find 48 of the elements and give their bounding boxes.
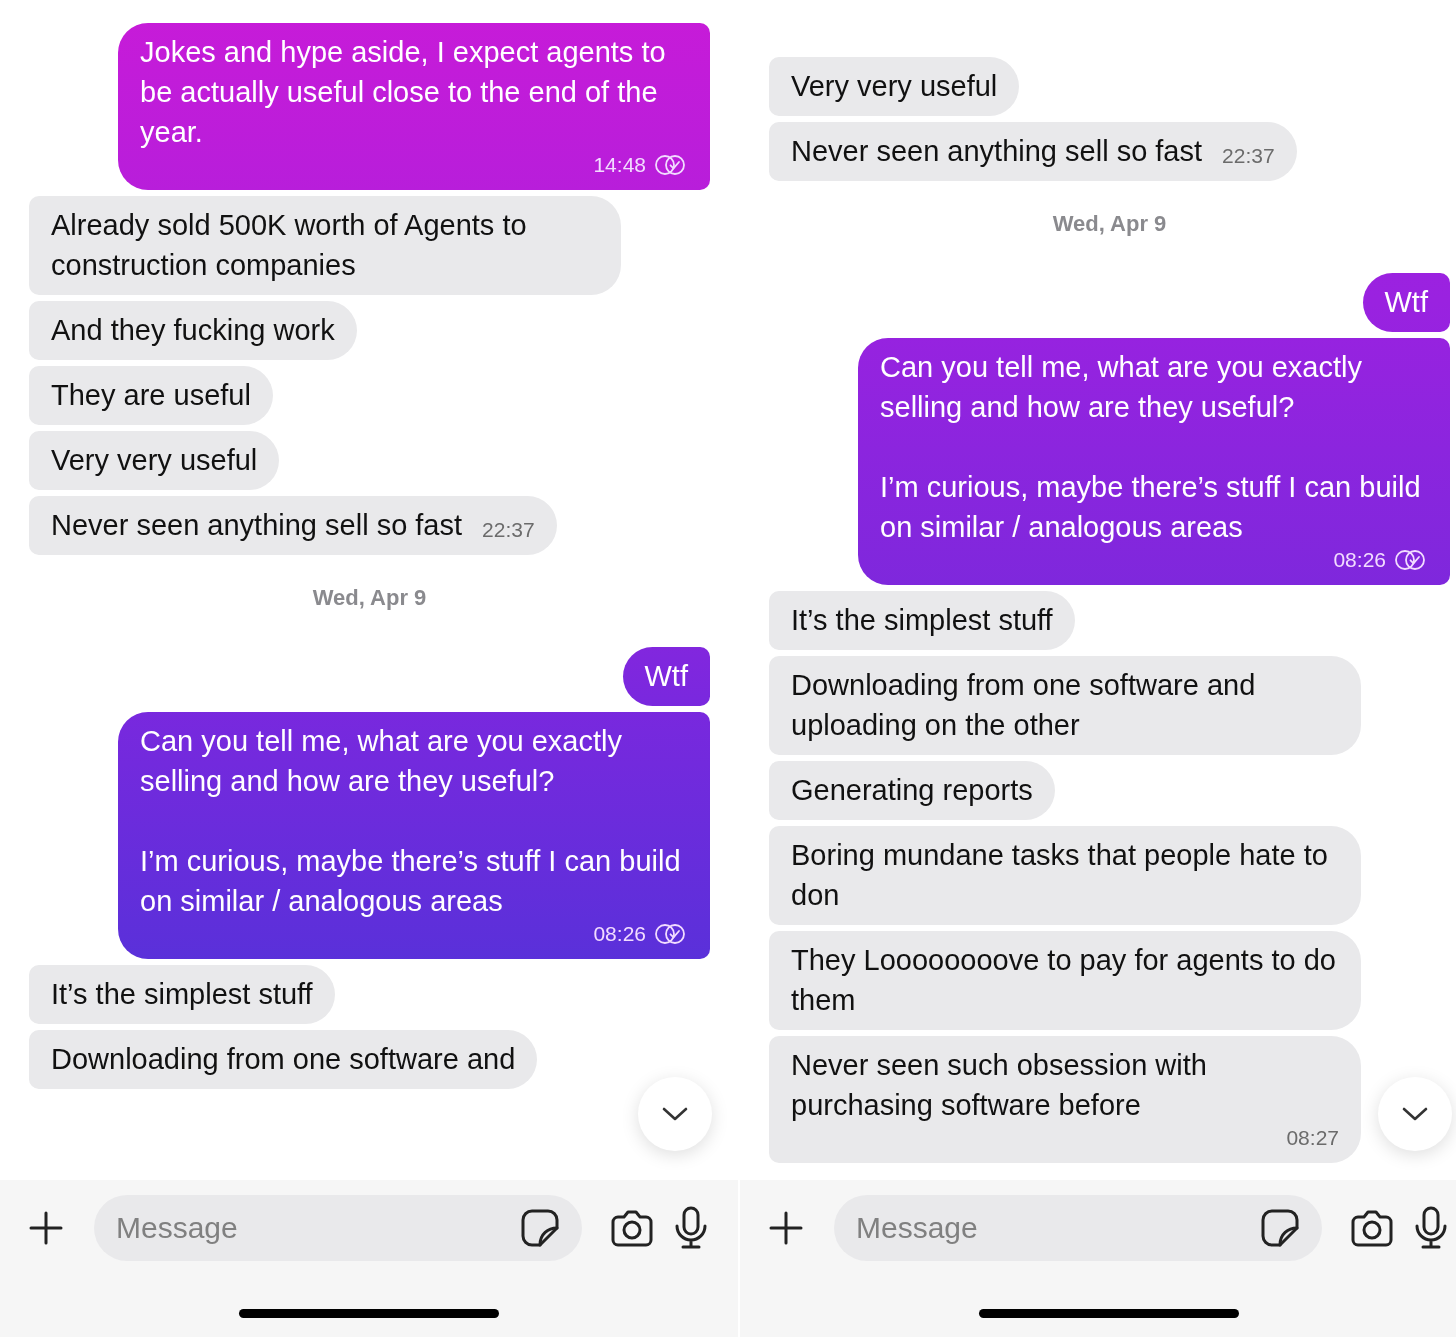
camera-icon bbox=[610, 1208, 654, 1248]
message-text: Boring mundane tasks that people hate to don bbox=[791, 838, 1329, 913]
microphone-button[interactable] bbox=[674, 1206, 708, 1250]
date-separator: Wed, Apr 9 bbox=[1052, 211, 1167, 237]
message-time: 08:26 bbox=[593, 921, 646, 947]
message-text: Already sold 500K worth of Agents to construction companies bbox=[51, 208, 528, 283]
message-text: Can you tell me, what are you exactly selling and how are they useful? I’m curious, maybe there’s stuff I can build on similar / analogous areas bbox=[140, 724, 682, 919]
camera-button[interactable] bbox=[610, 1208, 654, 1248]
date-separator: Wed, Apr 9 bbox=[312, 585, 427, 611]
message-text: Wtf bbox=[644, 659, 688, 694]
sticker-icon bbox=[1260, 1208, 1300, 1248]
message-text: Very very useful bbox=[791, 69, 998, 104]
plus-icon bbox=[768, 1210, 804, 1246]
sticker-icon bbox=[520, 1208, 560, 1248]
message-field[interactable]: Message bbox=[834, 1195, 1322, 1261]
message-text: Never seen such obsession with purchasing software before bbox=[791, 1048, 1208, 1123]
message-text: Jokes and hype aside, I expect agents to be actually useful close to the end of the year. bbox=[140, 35, 667, 150]
message-text: They are useful bbox=[51, 378, 251, 413]
attach-button[interactable] bbox=[28, 1210, 64, 1246]
chevron-down-icon bbox=[661, 1106, 689, 1122]
microphone-button[interactable] bbox=[1414, 1206, 1448, 1250]
message-field[interactable]: Message bbox=[94, 1195, 582, 1261]
message-text: Downloading from one software and bbox=[51, 1042, 516, 1077]
chevron-down-icon bbox=[1401, 1106, 1429, 1122]
camera-icon bbox=[1350, 1208, 1394, 1248]
message-text: Can you tell me, what are you exactly selling and how are they useful? I’m curious, maybe there’s stuff I can build on similar / analogous areas bbox=[880, 350, 1422, 545]
message-time: 22:37 bbox=[482, 517, 535, 543]
message-text: Generating reports bbox=[791, 773, 1033, 808]
plus-icon bbox=[28, 1210, 64, 1246]
sticker-button[interactable] bbox=[520, 1208, 560, 1248]
message-text: Very very useful bbox=[51, 443, 258, 478]
microphone-icon bbox=[1414, 1206, 1448, 1250]
message-text: They Loooooooove to pay for agents to do them bbox=[791, 943, 1337, 1018]
sticker-button[interactable] bbox=[1260, 1208, 1300, 1248]
message-text: Never seen anything sell so fast bbox=[791, 134, 1203, 169]
message-text: Wtf bbox=[1384, 285, 1428, 320]
message-time: 22:37 bbox=[1222, 143, 1275, 169]
message-text: It’s the simplest stuff bbox=[51, 977, 313, 1012]
message-text: And they fucking work bbox=[51, 313, 335, 348]
message-time: 08:26 bbox=[1333, 547, 1386, 573]
camera-button[interactable] bbox=[1350, 1208, 1394, 1248]
microphone-icon bbox=[674, 1206, 708, 1250]
message-time: 08:27 bbox=[1286, 1125, 1339, 1151]
attach-button[interactable] bbox=[768, 1210, 804, 1246]
message-text: Downloading from one software and uploading on the other bbox=[791, 668, 1257, 743]
message-text: It’s the simplest stuff bbox=[791, 603, 1053, 638]
message-text: Never seen anything sell so fast bbox=[51, 508, 463, 543]
message-time: 14:48 bbox=[593, 152, 646, 178]
